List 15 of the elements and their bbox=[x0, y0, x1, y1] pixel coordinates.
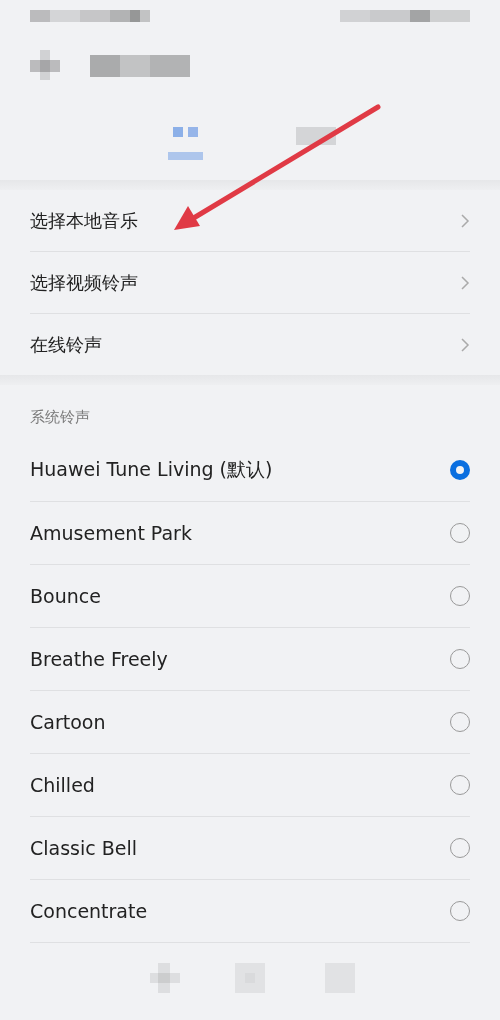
ringtone-name: Huawei Tune Living (默认) bbox=[30, 457, 273, 482]
ringtone-name: Bounce bbox=[30, 585, 101, 607]
radio-button[interactable] bbox=[450, 460, 470, 480]
ringtone-name: Breathe Freely bbox=[30, 648, 168, 670]
ringtone-name: Concentrate bbox=[30, 900, 148, 922]
ringtone-name: Cartoon bbox=[30, 711, 106, 733]
chevron-icon bbox=[460, 336, 470, 353]
menu-item[interactable]: 在线铃声 bbox=[30, 314, 470, 375]
menu-item[interactable]: 选择视频铃声 bbox=[30, 252, 470, 314]
ringtone-name: Classic Bell bbox=[30, 837, 138, 859]
chevron-icon bbox=[460, 274, 470, 291]
section-title: 系统铃声 bbox=[30, 407, 91, 428]
chevron-icon bbox=[460, 212, 470, 229]
ringtone-name: Chilled bbox=[30, 774, 95, 796]
ringtone-name: Amusement Park bbox=[30, 522, 192, 544]
